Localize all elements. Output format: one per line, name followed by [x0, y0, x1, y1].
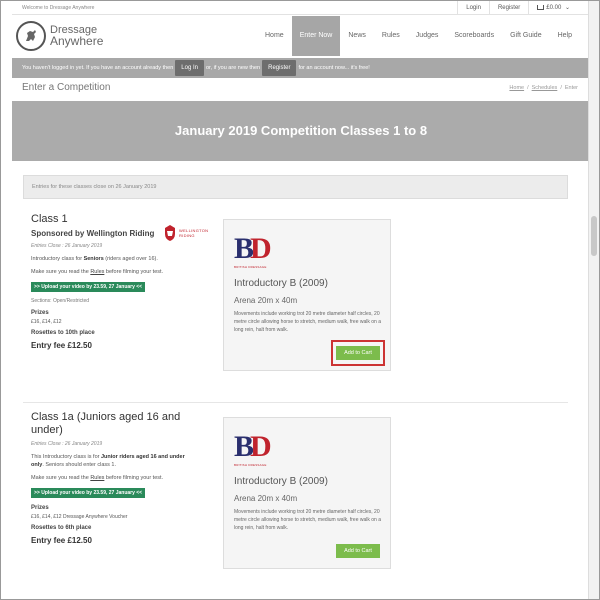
nav-judges[interactable]: Judges	[408, 16, 447, 56]
page: Welcome to Dressage Anywhere Login Regis…	[12, 1, 590, 599]
main-navbar: Dressage Anywhere Home Enter Now News Ru…	[12, 16, 590, 56]
class-description: This Introductory class is for Junior ri…	[31, 454, 185, 468]
page-title: Enter a Competition	[22, 82, 111, 93]
class-listing: Class 1a (Juniors aged 16 and under) Ent…	[23, 411, 568, 599]
test-arena: Arena 20m x 40m	[234, 494, 298, 503]
register-link[interactable]: Register	[488, 1, 528, 15]
top-links: Login Register £0.00 ⌄	[457, 1, 578, 15]
test-arena: Arena 20m x 40m	[234, 296, 298, 305]
test-description: Movements include working trot 20 metre …	[234, 509, 382, 531]
test-name: Introductory B (2009)	[234, 278, 328, 289]
browser-frame: Welcome to Dressage Anywhere Login Regis…	[0, 0, 600, 600]
main-menu: Home Enter Now News Rules Judges Scorebo…	[257, 16, 580, 56]
login-text-after: for an account now... it's free!	[298, 65, 370, 71]
scrollbar-thumb[interactable]	[591, 216, 597, 256]
site-logo[interactable]: Dressage Anywhere	[16, 21, 103, 51]
rules-link[interactable]: Rules	[90, 475, 104, 481]
rules-link[interactable]: Rules	[90, 269, 104, 275]
nav-help[interactable]: Help	[550, 16, 580, 56]
nav-news[interactable]: News	[340, 16, 374, 56]
breadcrumb-current: Enter	[564, 85, 578, 91]
cart-total: £0.00	[546, 5, 562, 11]
top-utility-bar: Welcome to Dressage Anywhere Login Regis…	[12, 1, 590, 15]
login-button[interactable]: Log In	[175, 60, 204, 76]
class-listing: Class 1 Sponsored by Wellington Riding E…	[23, 213, 568, 403]
british-dressage-logo: BD BRITISH DRESSAGE	[234, 232, 272, 270]
british-dressage-logo: BD BRITISH DRESSAGE	[234, 430, 272, 468]
register-button[interactable]: Register	[262, 60, 297, 76]
page-header: Enter a Competition Home / Schedules / Enter	[12, 78, 590, 100]
welcome-text: Welcome to Dressage Anywhere	[22, 5, 95, 11]
entries-close-date: Entries Close : 26 January 2019	[31, 243, 103, 249]
login-link[interactable]: Login	[457, 1, 489, 15]
cart-link[interactable]: £0.00 ⌄	[528, 1, 578, 15]
class-info: Class 1a (Juniors aged 16 and under) Ent…	[31, 411, 196, 545]
nav-scoreboards[interactable]: Scoreboards	[446, 16, 502, 56]
class-sections: Sections: Open/Restricted	[31, 298, 90, 304]
breadcrumb-home[interactable]: Home	[509, 85, 524, 91]
prizes-value: £16, £14, £12 Dressage Anywhere Voucher	[31, 514, 128, 520]
nav-home[interactable]: Home	[257, 16, 292, 56]
entry-fee: Entry fee £12.50	[31, 536, 92, 545]
logo-line-2: Anywhere	[50, 34, 104, 48]
breadcrumb: Home / Schedules / Enter	[509, 85, 578, 91]
cart-icon	[537, 5, 545, 10]
sponsor-crest-icon	[165, 225, 175, 241]
upload-deadline-badge: >> Upload your video by 23.59, 27 Januar…	[31, 282, 146, 292]
entry-fee: Entry fee £12.50	[31, 341, 92, 350]
scrollbar[interactable]	[588, 1, 599, 599]
rules-note: Make sure you read the Rules before film…	[31, 269, 164, 275]
test-description: Movements include working trot 20 metre …	[234, 311, 382, 333]
breadcrumb-schedules[interactable]: Schedules	[532, 85, 558, 91]
highlight-box	[331, 340, 385, 366]
sponsor-logo: WELLINGTON RIDING	[163, 225, 208, 241]
nav-gift-guide[interactable]: Gift Guide	[502, 16, 550, 56]
prizes-value: £16, £14, £12	[31, 319, 62, 325]
entries-close-date: Entries Close : 26 January 2019	[31, 441, 103, 447]
test-name: Introductory B (2009)	[234, 476, 328, 487]
class-description: Introductory class for Seniors (riders a…	[31, 256, 158, 262]
entries-close-notice: Entries for these classes close on 26 Ja…	[23, 175, 568, 199]
rules-note: Make sure you read the Rules before film…	[31, 475, 164, 481]
login-text-before: You haven't logged in yet. If you have a…	[22, 65, 174, 71]
class-title: Class 1a (Juniors aged 16 and under)	[31, 411, 181, 436]
chevron-down-icon: ⌄	[564, 5, 570, 11]
prizes-heading: Prizes	[31, 310, 49, 316]
nav-enter-now[interactable]: Enter Now	[291, 16, 341, 56]
rosettes-info: Rosettes to 6th place	[31, 525, 92, 531]
login-text-middle: or, if you are new then	[205, 65, 261, 71]
competition-banner: January 2019 Competition Classes 1 to 8	[12, 101, 590, 161]
test-card: BD BRITISH DRESSAGE Introductory B (2009…	[223, 417, 391, 569]
prizes-heading: Prizes	[31, 505, 49, 511]
login-prompt-bar: You haven't logged in yet. If you have a…	[12, 58, 590, 78]
upload-deadline-badge: >> Upload your video by 23.59, 27 Januar…	[31, 488, 146, 498]
nav-rules[interactable]: Rules	[374, 16, 408, 56]
rosettes-info: Rosettes to 10th place	[31, 330, 95, 336]
test-card: BD BRITISH DRESSAGE Introductory B (2009…	[223, 219, 391, 371]
horse-logo-icon	[16, 21, 46, 51]
add-to-cart-button[interactable]: Add to Cart	[336, 544, 380, 558]
logo-wordmark: Dressage Anywhere	[50, 25, 104, 48]
